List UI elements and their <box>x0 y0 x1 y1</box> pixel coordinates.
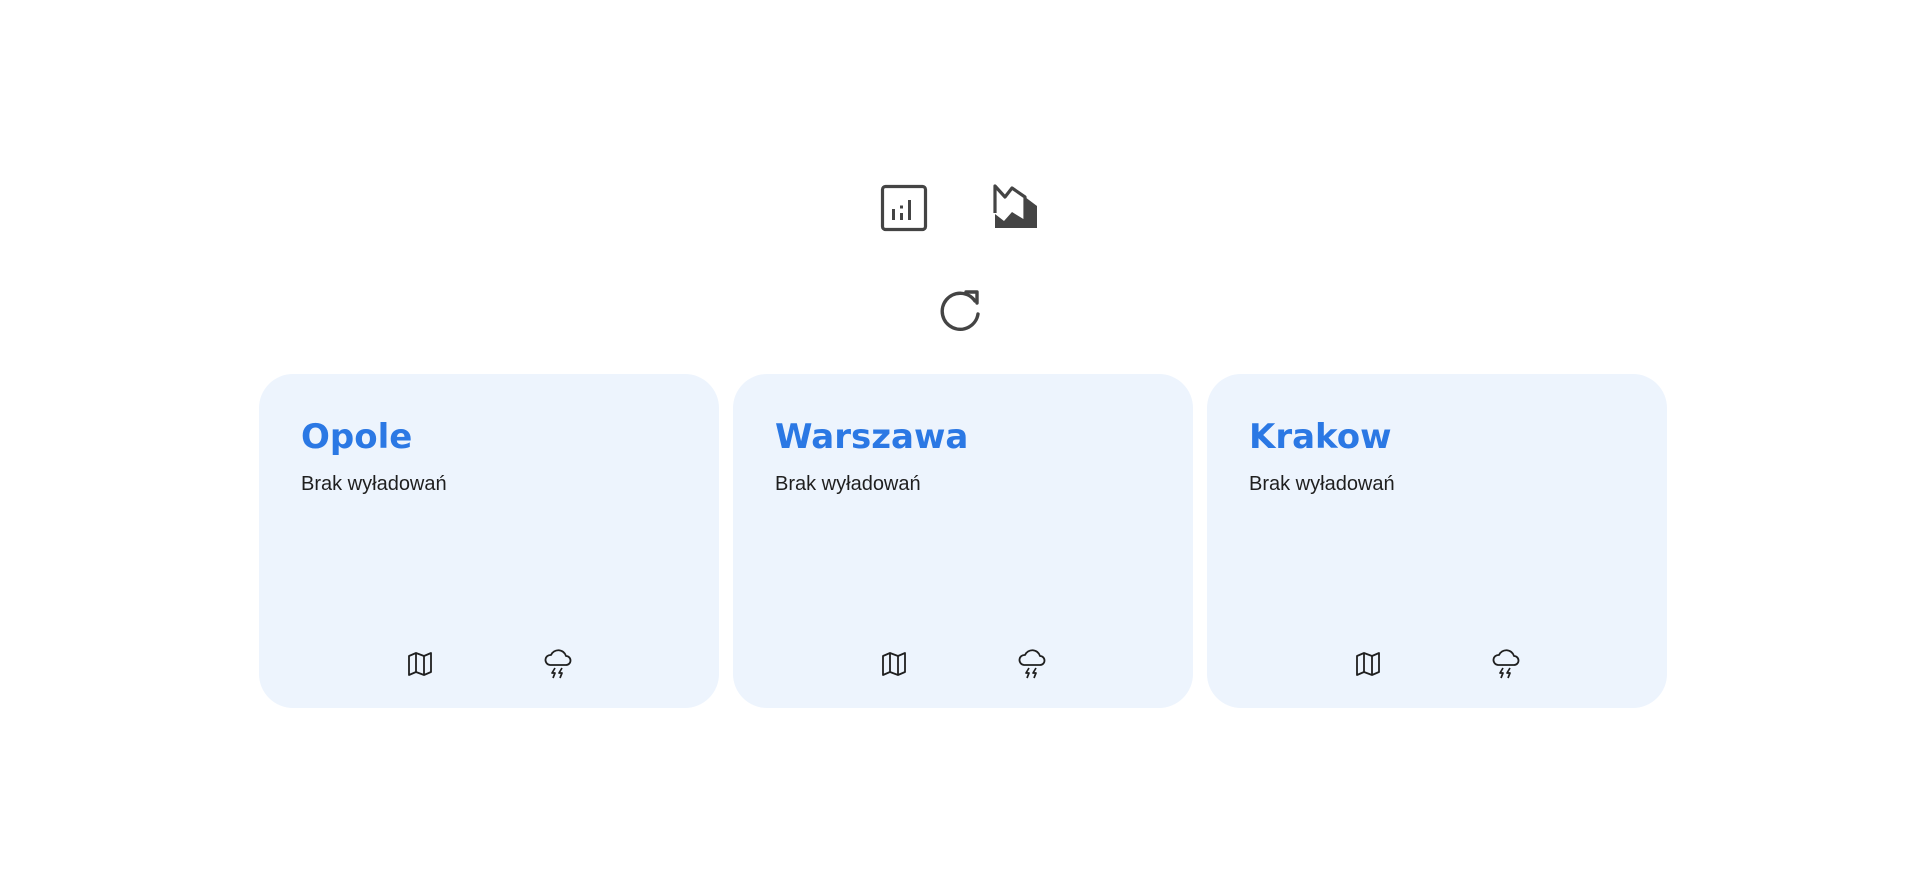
map-icon <box>408 652 432 676</box>
thunderstorm-icon <box>1018 649 1046 679</box>
thunderstorm-icon <box>544 649 572 679</box>
chart-report-button[interactable] <box>880 184 928 232</box>
thunderstorm-button[interactable] <box>542 648 574 680</box>
map-button[interactable] <box>878 648 910 680</box>
city-card-opole: Opole Brak wyładowań <box>259 374 719 708</box>
card-title: Opole <box>301 417 413 457</box>
refresh-icon <box>940 290 980 331</box>
map-button[interactable] <box>1352 648 1384 680</box>
card-title: Krakow <box>1249 417 1392 457</box>
refresh-button[interactable] <box>936 286 984 334</box>
landscape-button[interactable] <box>992 184 1040 232</box>
app-root: Opole Brak wyładowań Warszawa Brak wyład… <box>0 0 1920 878</box>
map-button[interactable] <box>404 648 436 680</box>
refresh-row <box>0 286 1920 334</box>
thunderstorm-button[interactable] <box>1490 648 1522 680</box>
chart-report-icon <box>880 184 928 232</box>
card-actions <box>1207 648 1667 680</box>
card-actions <box>733 648 1193 680</box>
mountain-landscape-icon <box>993 184 1037 228</box>
card-actions <box>259 648 719 680</box>
card-status: Brak wyładowań <box>1249 473 1395 496</box>
city-card-warszawa: Warszawa Brak wyładowań <box>733 374 1193 708</box>
city-cards: Opole Brak wyładowań Warszawa Brak wyład… <box>259 374 1667 708</box>
thunderstorm-icon <box>1492 649 1520 679</box>
map-icon <box>882 652 906 676</box>
thunderstorm-button[interactable] <box>1016 648 1048 680</box>
card-status: Brak wyładowań <box>301 473 447 496</box>
map-icon <box>1356 652 1380 676</box>
card-status: Brak wyładowań <box>775 473 921 496</box>
city-card-krakow: Krakow Brak wyładowań <box>1207 374 1667 708</box>
top-toolbar <box>0 184 1920 232</box>
card-title: Warszawa <box>775 417 969 457</box>
